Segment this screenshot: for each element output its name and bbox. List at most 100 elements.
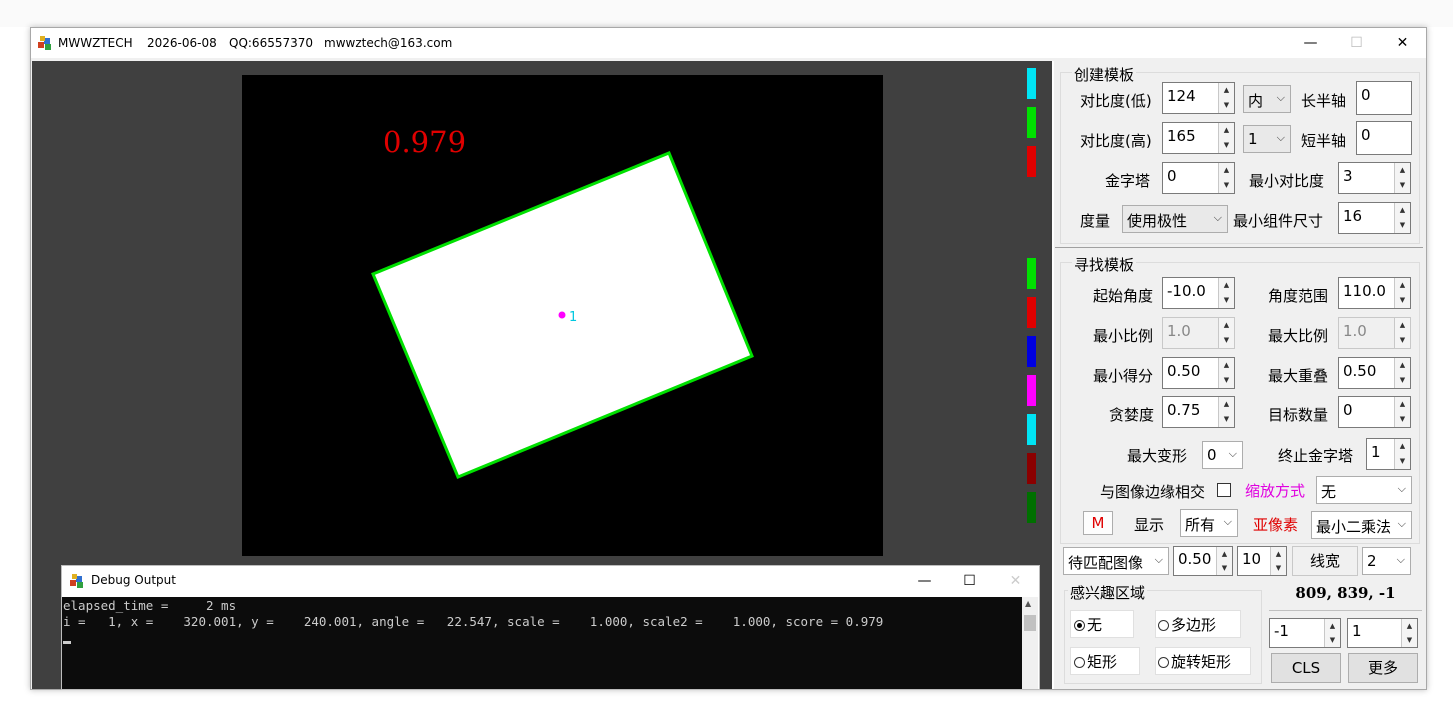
color-swatch-cyan[interactable] [1027, 68, 1036, 99]
short-axis-value: 0 [1361, 126, 1371, 144]
greediness-spinbox[interactable]: 0.75 ▲ ▼ [1162, 396, 1235, 428]
roi-radio-rotated-rect[interactable]: 旋转矩形 [1158, 651, 1231, 672]
min-component-spinbox[interactable]: 16 ▲ ▼ [1338, 202, 1411, 234]
spin-b[interactable]: 1 ▲ ▼ [1347, 618, 1418, 648]
stop-pyramid-spinbox[interactable]: 1 ▲ ▼ [1366, 438, 1411, 470]
color-swatch-red[interactable] [1027, 297, 1036, 328]
roi-radio-rect[interactable]: 矩形 [1074, 651, 1117, 672]
chevron-down-icon: ⌵ [1397, 517, 1406, 530]
spin-down-icon[interactable]: ▼ [1218, 373, 1234, 388]
subpixel-combo[interactable]: 最小二乘法 ⌵ [1311, 511, 1412, 539]
title-email: mwwztech@163.com [324, 36, 453, 50]
spin-down-icon[interactable]: ▼ [1394, 293, 1410, 308]
short-axis-input[interactable]: 0 [1356, 121, 1412, 155]
color-swatch-green[interactable] [1027, 258, 1036, 289]
spin-up-icon[interactable]: ▲ [1218, 397, 1234, 412]
roi-radio-polygon[interactable]: 多边形 [1158, 614, 1216, 635]
more-button[interactable]: 更多 [1348, 653, 1418, 683]
close-button[interactable]: ✕ [1380, 28, 1425, 58]
contrast-low-spinbox[interactable]: 124 ▲ ▼ [1162, 82, 1235, 114]
num-targets-spinbox[interactable]: 0 ▲ ▼ [1338, 396, 1411, 428]
spin-up-icon[interactable]: ▲ [1218, 358, 1234, 373]
roi-option-rotrect-label: 旋转矩形 [1171, 653, 1232, 671]
debug-close-button[interactable]: ✕ [993, 566, 1038, 596]
cls-button[interactable]: CLS [1271, 653, 1341, 683]
ratio-spinbox[interactable]: 0.50 ▲ ▼ [1173, 546, 1233, 576]
spin-down-icon[interactable]: ▼ [1270, 561, 1286, 575]
spin-a[interactable]: -1 ▲ ▼ [1269, 618, 1341, 648]
max-scale-value: 1.0 [1343, 322, 1367, 340]
angle-range-spinbox[interactable]: 110.0 ▲ ▼ [1338, 277, 1411, 309]
line-width-label: 线宽 [1292, 546, 1358, 576]
spin-down-icon[interactable]: ▼ [1401, 633, 1417, 647]
debug-minimize-button[interactable]: — [902, 566, 947, 596]
long-axis-input[interactable]: 0 [1356, 81, 1412, 115]
spin-down-icon[interactable]: ▼ [1218, 178, 1234, 193]
panel-divider [1052, 61, 1054, 689]
spin-up-icon[interactable]: ▲ [1218, 163, 1234, 178]
spin-up-icon[interactable]: ▲ [1218, 83, 1234, 98]
spin-up-icon[interactable]: ▲ [1401, 619, 1417, 633]
color-swatch-darkgreen[interactable] [1027, 492, 1036, 523]
contrast-high-spinbox[interactable]: 165 ▲ ▼ [1162, 122, 1235, 154]
scrollbar-thumb[interactable] [1024, 615, 1036, 631]
color-swatch-magenta[interactable] [1027, 375, 1036, 406]
spin-up-icon[interactable]: ▲ [1270, 547, 1286, 561]
minimize-button[interactable]: — [1288, 28, 1333, 58]
spin-down-icon[interactable]: ▼ [1216, 561, 1232, 575]
scroll-up-icon[interactable]: ▲ [1025, 599, 1031, 608]
color-swatch-blue[interactable] [1027, 336, 1036, 367]
max-overlap-spinbox[interactable]: 0.50 ▲ ▼ [1338, 357, 1411, 389]
display-combo[interactable]: 所有 ⌵ [1180, 509, 1238, 537]
spin-up-icon[interactable]: ▲ [1394, 163, 1410, 178]
spin-down-icon[interactable]: ▼ [1394, 218, 1410, 233]
num-levels-combo[interactable]: 1 ⌵ [1243, 125, 1291, 153]
contrast-low-label: 对比度(低) [1080, 92, 1152, 110]
match-canvas[interactable]: 0.979 1 [242, 75, 883, 556]
spin-down-icon[interactable]: ▼ [1218, 293, 1234, 308]
metric-combo[interactable]: 使用极性 ⌵ [1122, 205, 1228, 233]
debug-scrollbar[interactable]: ▲ [1022, 597, 1038, 689]
max-deform-combo[interactable]: 0 ⌵ [1202, 441, 1243, 469]
maximize-button[interactable]: ☐ [1334, 28, 1379, 58]
count-spinbox[interactable]: 10 ▲ ▼ [1237, 546, 1287, 576]
scale-mode-combo[interactable]: 无 ⌵ [1316, 476, 1412, 504]
spin-down-icon[interactable]: ▼ [1218, 98, 1234, 113]
spin-up-icon[interactable]: ▲ [1394, 203, 1410, 218]
debug-maximize-button[interactable]: ☐ [947, 566, 992, 596]
roi-option-polygon-label: 多边形 [1171, 616, 1217, 634]
color-swatch-green[interactable] [1027, 107, 1036, 138]
spin-down-icon[interactable]: ▼ [1218, 412, 1234, 427]
spin-up-icon[interactable]: ▲ [1394, 439, 1410, 454]
spin-up-icon[interactable]: ▲ [1218, 123, 1234, 138]
spin-up-icon[interactable]: ▲ [1218, 278, 1234, 293]
debug-console[interactable]: elapsed_time = 2 ms i = 1, x = 320.001, … [62, 597, 1022, 689]
roi-radio-none[interactable]: 无 [1074, 614, 1102, 635]
border-intersect-checkbox[interactable] [1217, 483, 1231, 497]
spin-up-icon[interactable]: ▲ [1394, 278, 1410, 293]
color-swatch-darkred[interactable] [1027, 453, 1036, 484]
pyramid-spinbox[interactable]: 0 ▲ ▼ [1162, 162, 1235, 194]
spin-down-icon[interactable]: ▼ [1394, 412, 1410, 427]
spin-up-icon[interactable]: ▲ [1216, 547, 1232, 561]
spin-up-icon[interactable]: ▲ [1394, 358, 1410, 373]
radio-icon [1158, 620, 1169, 631]
start-angle-spinbox[interactable]: -10.0 ▲ ▼ [1162, 277, 1235, 309]
m-button[interactable]: M [1083, 511, 1113, 535]
line-width-combo[interactable]: 2 ⌵ [1362, 547, 1411, 575]
spin-down-icon[interactable]: ▼ [1218, 138, 1234, 153]
min-contrast-spinbox[interactable]: 3 ▲ ▼ [1338, 162, 1411, 194]
spin-down-icon[interactable]: ▼ [1394, 454, 1410, 469]
spin-b-value: 1 [1352, 622, 1362, 640]
color-swatch-cyan[interactable] [1027, 414, 1036, 445]
polarity-combo[interactable]: 内 ⌵ [1243, 85, 1291, 113]
spin-up-icon[interactable]: ▲ [1324, 619, 1340, 633]
image-select-combo[interactable]: 待匹配图像 ⌵ [1063, 547, 1169, 575]
color-swatch-red[interactable] [1027, 146, 1036, 177]
spin-down-icon[interactable]: ▼ [1394, 178, 1410, 193]
pyramid-value: 0 [1167, 167, 1177, 185]
min-score-spinbox[interactable]: 0.50 ▲ ▼ [1162, 357, 1235, 389]
spin-up-icon[interactable]: ▲ [1394, 397, 1410, 412]
spin-down-icon[interactable]: ▼ [1394, 373, 1410, 388]
spin-down-icon[interactable]: ▼ [1324, 633, 1340, 647]
